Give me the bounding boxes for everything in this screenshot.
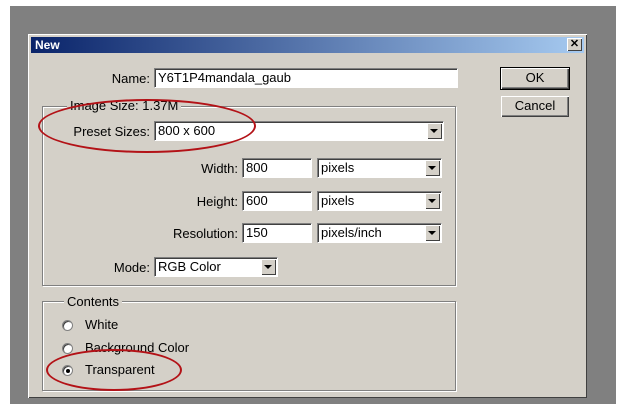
mode-select[interactable]: RGB Color xyxy=(154,257,278,277)
radio-white[interactable] xyxy=(62,320,73,331)
cancel-button[interactable]: Cancel xyxy=(501,96,569,117)
option-white-label[interactable]: White xyxy=(85,317,118,333)
mode-label: Mode: xyxy=(113,260,150,275)
width-label: Width: xyxy=(201,161,238,176)
title-bar[interactable]: New ✕ xyxy=(31,37,584,53)
name-input[interactable]: Y6T1P4mandala_gaub xyxy=(154,68,458,88)
width-input[interactable]: 800 xyxy=(242,158,312,178)
resolution-input[interactable]: 150 xyxy=(242,223,312,243)
contents-label: Contents xyxy=(64,294,123,310)
chevron-down-icon[interactable] xyxy=(425,225,440,241)
name-label: Name: xyxy=(111,71,150,86)
chevron-down-icon[interactable] xyxy=(425,193,440,209)
chevron-down-icon[interactable] xyxy=(425,160,440,176)
resolution-unit-value: pixels/inch xyxy=(321,225,382,240)
height-unit-value: pixels xyxy=(321,193,355,208)
radio-background-color[interactable] xyxy=(62,343,73,354)
resolution-unit-select[interactable]: pixels/inch xyxy=(317,223,442,243)
annotation-ellipse-preset xyxy=(38,99,256,153)
ok-button[interactable]: OK xyxy=(500,67,570,90)
chevron-down-icon[interactable] xyxy=(427,123,442,139)
new-document-dialog: New ✕ Name: Y6T1P4mandala_gaub OK Cancel… xyxy=(28,34,587,398)
resolution-label: Resolution: xyxy=(172,226,238,241)
width-unit-value: pixels xyxy=(321,160,355,175)
height-input[interactable]: 600 xyxy=(242,191,312,211)
close-button[interactable]: ✕ xyxy=(567,38,582,51)
height-label: Height: xyxy=(196,194,238,209)
mode-value: RGB Color xyxy=(158,259,221,274)
close-icon: ✕ xyxy=(569,38,580,50)
height-unit-select[interactable]: pixels xyxy=(317,191,442,211)
dialog-title: New xyxy=(35,38,60,52)
annotation-ellipse-transparent xyxy=(46,349,182,391)
chevron-down-icon[interactable] xyxy=(261,259,276,275)
width-unit-select[interactable]: pixels xyxy=(317,158,442,178)
